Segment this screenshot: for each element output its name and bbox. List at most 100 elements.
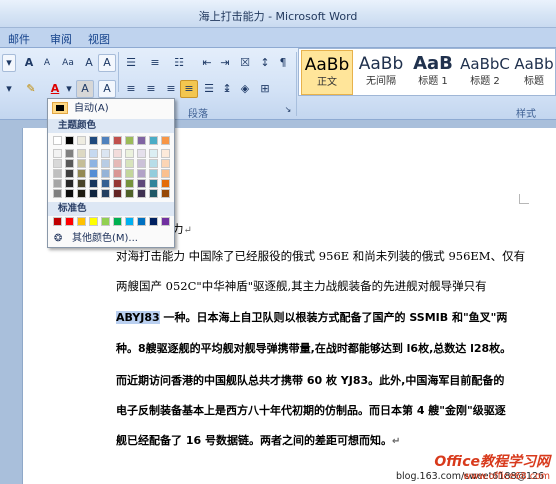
theme-shade-swatch[interactable] <box>101 159 110 168</box>
distributed-icon[interactable]: ☰ <box>200 80 218 98</box>
theme-shade-swatch[interactable] <box>89 159 98 168</box>
style-normal[interactable]: AaBb 正文 <box>301 50 353 95</box>
theme-color-swatch[interactable] <box>125 136 134 145</box>
theme-shade-swatch[interactable] <box>137 189 146 198</box>
align-left-icon[interactable]: ≡ <box>122 80 140 98</box>
theme-shade-swatch[interactable] <box>125 189 134 198</box>
auto-color-option[interactable]: 自动(A) <box>74 102 170 116</box>
theme-color-swatch[interactable] <box>53 136 62 145</box>
theme-shade-swatch[interactable] <box>161 179 170 188</box>
standard-color-swatch[interactable] <box>65 217 74 226</box>
theme-shade-swatch[interactable] <box>101 169 110 178</box>
theme-shade-swatch[interactable] <box>161 189 170 198</box>
theme-shade-swatch[interactable] <box>113 169 122 178</box>
standard-color-swatch[interactable] <box>137 217 146 226</box>
standard-color-swatch[interactable] <box>125 217 134 226</box>
standard-color-swatch[interactable] <box>101 217 110 226</box>
theme-shade-swatch[interactable] <box>137 169 146 178</box>
char-shading-icon[interactable]: A <box>76 80 94 98</box>
theme-shade-swatch[interactable] <box>77 189 86 198</box>
theme-shade-swatch[interactable] <box>77 169 86 178</box>
theme-shade-swatch[interactable] <box>137 149 146 158</box>
grow-font-icon[interactable]: A <box>20 54 38 72</box>
theme-shade-swatch[interactable] <box>77 149 86 158</box>
decrease-indent-icon[interactable]: ⇤ <box>198 54 216 72</box>
multilevel-list-icon[interactable]: ☷ <box>170 54 188 72</box>
dialog-launcher-icon[interactable]: ↘ <box>282 104 294 116</box>
theme-shade-swatch[interactable] <box>65 159 74 168</box>
auto-color-swatch[interactable] <box>52 102 68 114</box>
theme-shade-swatch[interactable] <box>65 179 74 188</box>
theme-shade-swatch[interactable] <box>65 149 74 158</box>
align-right-icon[interactable]: ≡ <box>162 80 180 98</box>
numbering-icon[interactable]: ≡ <box>146 54 164 72</box>
style-heading-2[interactable]: AaBbC 标题 2 <box>457 50 513 95</box>
theme-shade-swatch[interactable] <box>161 169 170 178</box>
more-colors-option[interactable]: 其他颜色(M)... <box>72 233 172 245</box>
phonetic-guide-icon[interactable]: A <box>80 54 98 72</box>
justify-icon[interactable]: ≡ <box>180 80 198 98</box>
theme-shade-swatch[interactable] <box>101 179 110 188</box>
standard-color-swatch[interactable] <box>161 217 170 226</box>
dropdown-arrow-icon[interactable]: ▾ <box>2 54 16 72</box>
theme-color-swatch[interactable] <box>65 136 74 145</box>
align-center-icon[interactable]: ≡ <box>142 80 160 98</box>
dropdown-arrow-icon[interactable]: ▾ <box>2 80 16 98</box>
standard-color-swatch[interactable] <box>53 217 62 226</box>
shrink-font-icon[interactable]: A <box>38 54 56 72</box>
change-case-icon[interactable]: Aa <box>58 54 78 72</box>
theme-shade-swatch[interactable] <box>125 179 134 188</box>
style-title[interactable]: AaBb 标题 <box>513 50 555 95</box>
theme-shade-swatch[interactable] <box>149 189 158 198</box>
theme-shade-swatch[interactable] <box>137 179 146 188</box>
theme-color-swatch[interactable] <box>149 136 158 145</box>
theme-shade-swatch[interactable] <box>89 149 98 158</box>
standard-color-swatch[interactable] <box>113 217 122 226</box>
bullets-icon[interactable]: ☰ <box>122 54 140 72</box>
borders-icon[interactable]: ⊞ <box>256 80 274 98</box>
theme-color-swatch[interactable] <box>101 136 110 145</box>
shading-icon[interactable]: ◈ <box>236 80 254 98</box>
increase-indent-icon[interactable]: ⇥ <box>216 54 234 72</box>
show-marks-icon[interactable]: ¶ <box>274 54 292 72</box>
theme-shade-swatch[interactable] <box>149 149 158 158</box>
theme-color-swatch[interactable] <box>161 136 170 145</box>
theme-shade-swatch[interactable] <box>53 159 62 168</box>
theme-shade-swatch[interactable] <box>89 189 98 198</box>
theme-shade-swatch[interactable] <box>101 149 110 158</box>
theme-shade-swatch[interactable] <box>113 149 122 158</box>
theme-color-swatch[interactable] <box>77 136 86 145</box>
theme-shade-swatch[interactable] <box>77 159 86 168</box>
enclose-chars-icon[interactable]: A <box>98 80 116 98</box>
selected-text[interactable]: ABYJ83 <box>116 311 160 324</box>
theme-shade-swatch[interactable] <box>125 149 134 158</box>
theme-shade-swatch[interactable] <box>149 179 158 188</box>
theme-shade-swatch[interactable] <box>65 169 74 178</box>
theme-shade-swatch[interactable] <box>89 169 98 178</box>
font-color-icon[interactable]: A <box>46 80 64 98</box>
highlight-color-icon[interactable]: ✎ <box>22 80 40 98</box>
theme-shade-swatch[interactable] <box>101 189 110 198</box>
char-border-icon[interactable]: A <box>98 54 116 72</box>
theme-color-swatch[interactable] <box>113 136 122 145</box>
standard-color-swatch[interactable] <box>77 217 86 226</box>
standard-color-swatch[interactable] <box>149 217 158 226</box>
theme-shade-swatch[interactable] <box>113 159 122 168</box>
font-color-dropdown-icon[interactable]: ▾ <box>64 80 74 98</box>
standard-color-swatch[interactable] <box>89 217 98 226</box>
theme-shade-swatch[interactable] <box>161 149 170 158</box>
theme-shade-swatch[interactable] <box>149 169 158 178</box>
theme-shade-swatch[interactable] <box>113 189 122 198</box>
chinese-layout-icon[interactable]: ☒ <box>236 54 254 72</box>
theme-shade-swatch[interactable] <box>53 179 62 188</box>
theme-color-swatch[interactable] <box>89 136 98 145</box>
sort-icon[interactable]: ↕ <box>256 54 274 72</box>
theme-shade-swatch[interactable] <box>53 149 62 158</box>
theme-shade-swatch[interactable] <box>65 189 74 198</box>
theme-shade-swatch[interactable] <box>149 159 158 168</box>
theme-shade-swatch[interactable] <box>161 159 170 168</box>
theme-shade-swatch[interactable] <box>89 179 98 188</box>
theme-shade-swatch[interactable] <box>125 159 134 168</box>
theme-shade-swatch[interactable] <box>137 159 146 168</box>
tab-mailings[interactable]: 邮件 <box>8 31 30 47</box>
